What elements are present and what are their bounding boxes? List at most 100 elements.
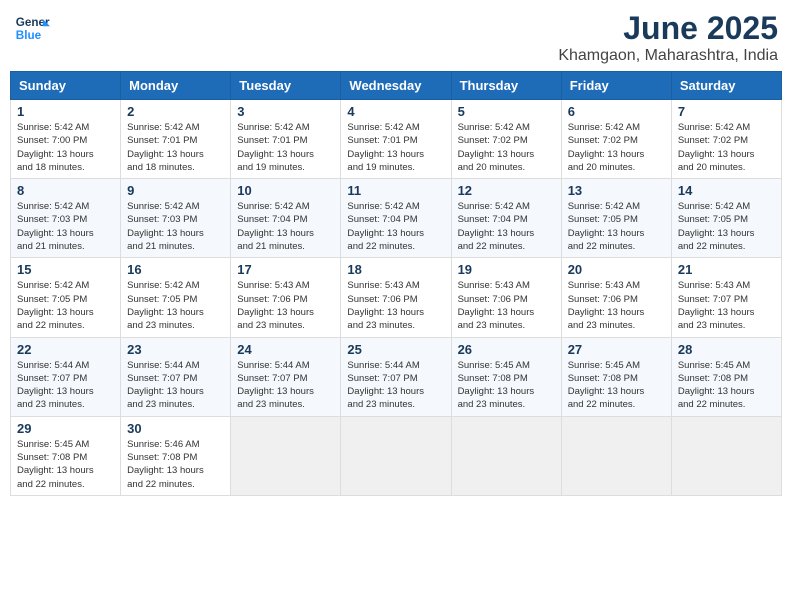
calendar-cell: 5 Sunrise: 5:42 AM Sunset: 7:02 PM Daylig…: [451, 100, 561, 179]
logo: General Blue: [14, 10, 50, 46]
day-info: Sunrise: 5:42 AM Sunset: 7:05 PM Dayligh…: [678, 200, 775, 253]
day-info: Sunrise: 5:43 AM Sunset: 7:06 PM Dayligh…: [237, 279, 334, 332]
day-number: 12: [458, 183, 555, 198]
day-number: 10: [237, 183, 334, 198]
calendar-cell: 21Sunrise: 5:43 AM Sunset: 7:07 PM Dayli…: [671, 258, 781, 337]
col-wednesday: Wednesday: [341, 72, 451, 100]
day-number: 24: [237, 342, 334, 357]
day-info: Sunrise: 5:45 AM Sunset: 7:08 PM Dayligh…: [678, 359, 775, 412]
calendar-cell: 19 Sunrise: 5:43 AM Sunset: 7:06 PM Dayli…: [451, 258, 561, 337]
day-info: Sunrise: 5:42 AM Sunset: 7:04 PM Dayligh…: [237, 200, 334, 253]
col-thursday: Thursday: [451, 72, 561, 100]
calendar-cell: 26 Sunrise: 5:45 AM Sunset: 7:08 PM Dayli…: [451, 337, 561, 416]
day-number: 14: [678, 183, 775, 198]
day-info: Sunrise: 5:45 AM Sunset: 7:08 PM Dayligh…: [568, 359, 665, 412]
day-number: 1: [17, 104, 114, 119]
calendar-cell: 17 Sunrise: 5:43 AM Sunset: 7:06 PM Dayli…: [231, 258, 341, 337]
day-number: 20: [568, 262, 665, 277]
day-number: 13: [568, 183, 665, 198]
calendar-cell: 16Sunrise: 5:42 AM Sunset: 7:05 PM Dayli…: [121, 258, 231, 337]
day-info: Sunrise: 5:43 AM Sunset: 7:06 PM Dayligh…: [347, 279, 444, 332]
day-info: Sunrise: 5:43 AM Sunset: 7:06 PM Dayligh…: [568, 279, 665, 332]
day-number: 18: [347, 262, 444, 277]
calendar-cell: 2Sunrise: 5:42 AM Sunset: 7:01 PM Daylig…: [121, 100, 231, 179]
calendar-cell: [561, 416, 671, 495]
calendar-cell: 4 Sunrise: 5:42 AM Sunset: 7:01 PM Daylig…: [341, 100, 451, 179]
day-info: Sunrise: 5:42 AM Sunset: 7:04 PM Dayligh…: [458, 200, 555, 253]
calendar-cell: 10 Sunrise: 5:42 AM Sunset: 7:04 PM Dayli…: [231, 179, 341, 258]
day-number: 5: [458, 104, 555, 119]
calendar-cell: 29Sunrise: 5:45 AM Sunset: 7:08 PM Dayli…: [11, 416, 121, 495]
calendar-week-1: 1Sunrise: 5:42 AM Sunset: 7:00 PM Daylig…: [11, 100, 782, 179]
calendar-cell: 30 Sunrise: 5:46 AM Sunset: 7:08 PM Dayli…: [121, 416, 231, 495]
day-info: Sunrise: 5:42 AM Sunset: 7:02 PM Dayligh…: [568, 121, 665, 174]
day-number: 28: [678, 342, 775, 357]
col-saturday: Saturday: [671, 72, 781, 100]
day-number: 22: [17, 342, 114, 357]
day-number: 6: [568, 104, 665, 119]
day-number: 17: [237, 262, 334, 277]
day-number: 9: [127, 183, 224, 198]
day-info: Sunrise: 5:42 AM Sunset: 7:02 PM Dayligh…: [458, 121, 555, 174]
day-number: 26: [458, 342, 555, 357]
calendar-cell: 28 Sunrise: 5:45 AM Sunset: 7:08 PM Dayli…: [671, 337, 781, 416]
calendar-cell: 25 Sunrise: 5:44 AM Sunset: 7:07 PM Dayli…: [341, 337, 451, 416]
day-info: Sunrise: 5:44 AM Sunset: 7:07 PM Dayligh…: [127, 359, 224, 412]
calendar-cell: 13 Sunrise: 5:42 AM Sunset: 7:05 PM Dayli…: [561, 179, 671, 258]
calendar-cell: 11 Sunrise: 5:42 AM Sunset: 7:04 PM Dayli…: [341, 179, 451, 258]
day-number: 7: [678, 104, 775, 119]
calendar-cell: 22 Sunrise: 5:44 AM Sunset: 7:07 PM Dayli…: [11, 337, 121, 416]
day-number: 8: [17, 183, 114, 198]
day-info: Sunrise: 5:46 AM Sunset: 7:08 PM Dayligh…: [127, 438, 224, 491]
calendar-week-3: 15Sunrise: 5:42 AM Sunset: 7:05 PM Dayli…: [11, 258, 782, 337]
calendar-cell: 14 Sunrise: 5:42 AM Sunset: 7:05 PM Dayli…: [671, 179, 781, 258]
calendar-cell: [451, 416, 561, 495]
calendar-week-5: 29Sunrise: 5:45 AM Sunset: 7:08 PM Dayli…: [11, 416, 782, 495]
day-number: 25: [347, 342, 444, 357]
calendar-cell: 3 Sunrise: 5:42 AM Sunset: 7:01 PM Daylig…: [231, 100, 341, 179]
day-info: Sunrise: 5:42 AM Sunset: 7:05 PM Dayligh…: [568, 200, 665, 253]
day-info: Sunrise: 5:42 AM Sunset: 7:04 PM Dayligh…: [347, 200, 444, 253]
calendar-cell: [341, 416, 451, 495]
day-info: Sunrise: 5:44 AM Sunset: 7:07 PM Dayligh…: [17, 359, 114, 412]
day-info: Sunrise: 5:42 AM Sunset: 7:02 PM Dayligh…: [678, 121, 775, 174]
calendar-cell: 23 Sunrise: 5:44 AM Sunset: 7:07 PM Dayli…: [121, 337, 231, 416]
calendar-cell: 12 Sunrise: 5:42 AM Sunset: 7:04 PM Dayli…: [451, 179, 561, 258]
calendar-location: Khamgaon, Maharashtra, India: [558, 47, 778, 65]
day-number: 4: [347, 104, 444, 119]
day-number: 19: [458, 262, 555, 277]
page-header: General Blue June 2025 Khamgaon, Maharas…: [10, 10, 782, 65]
calendar-title: June 2025: [558, 10, 778, 47]
day-number: 11: [347, 183, 444, 198]
col-friday: Friday: [561, 72, 671, 100]
calendar-cell: 20 Sunrise: 5:43 AM Sunset: 7:06 PM Dayli…: [561, 258, 671, 337]
calendar-table: Sunday Monday Tuesday Wednesday Thursday…: [10, 71, 782, 496]
calendar-cell: 27 Sunrise: 5:45 AM Sunset: 7:08 PM Dayli…: [561, 337, 671, 416]
day-number: 27: [568, 342, 665, 357]
calendar-header-row: Sunday Monday Tuesday Wednesday Thursday…: [11, 72, 782, 100]
calendar-cell: 1Sunrise: 5:42 AM Sunset: 7:00 PM Daylig…: [11, 100, 121, 179]
col-sunday: Sunday: [11, 72, 121, 100]
calendar-cell: 6 Sunrise: 5:42 AM Sunset: 7:02 PM Daylig…: [561, 100, 671, 179]
calendar-cell: 8Sunrise: 5:42 AM Sunset: 7:03 PM Daylig…: [11, 179, 121, 258]
day-number: 30: [127, 421, 224, 436]
day-info: Sunrise: 5:42 AM Sunset: 7:01 PM Dayligh…: [237, 121, 334, 174]
day-info: Sunrise: 5:42 AM Sunset: 7:05 PM Dayligh…: [17, 279, 114, 332]
calendar-cell: 7 Sunrise: 5:42 AM Sunset: 7:02 PM Daylig…: [671, 100, 781, 179]
calendar-week-4: 22 Sunrise: 5:44 AM Sunset: 7:07 PM Dayli…: [11, 337, 782, 416]
day-number: 29: [17, 421, 114, 436]
day-info: Sunrise: 5:45 AM Sunset: 7:08 PM Dayligh…: [458, 359, 555, 412]
calendar-cell: [231, 416, 341, 495]
title-block: June 2025 Khamgaon, Maharashtra, India: [558, 10, 778, 65]
col-tuesday: Tuesday: [231, 72, 341, 100]
day-number: 21: [678, 262, 775, 277]
day-number: 2: [127, 104, 224, 119]
day-info: Sunrise: 5:44 AM Sunset: 7:07 PM Dayligh…: [347, 359, 444, 412]
day-info: Sunrise: 5:43 AM Sunset: 7:06 PM Dayligh…: [458, 279, 555, 332]
calendar-cell: 18 Sunrise: 5:43 AM Sunset: 7:06 PM Dayli…: [341, 258, 451, 337]
day-number: 3: [237, 104, 334, 119]
day-number: 23: [127, 342, 224, 357]
day-info: Sunrise: 5:42 AM Sunset: 7:01 PM Dayligh…: [347, 121, 444, 174]
calendar-cell: [671, 416, 781, 495]
calendar-week-2: 8Sunrise: 5:42 AM Sunset: 7:03 PM Daylig…: [11, 179, 782, 258]
